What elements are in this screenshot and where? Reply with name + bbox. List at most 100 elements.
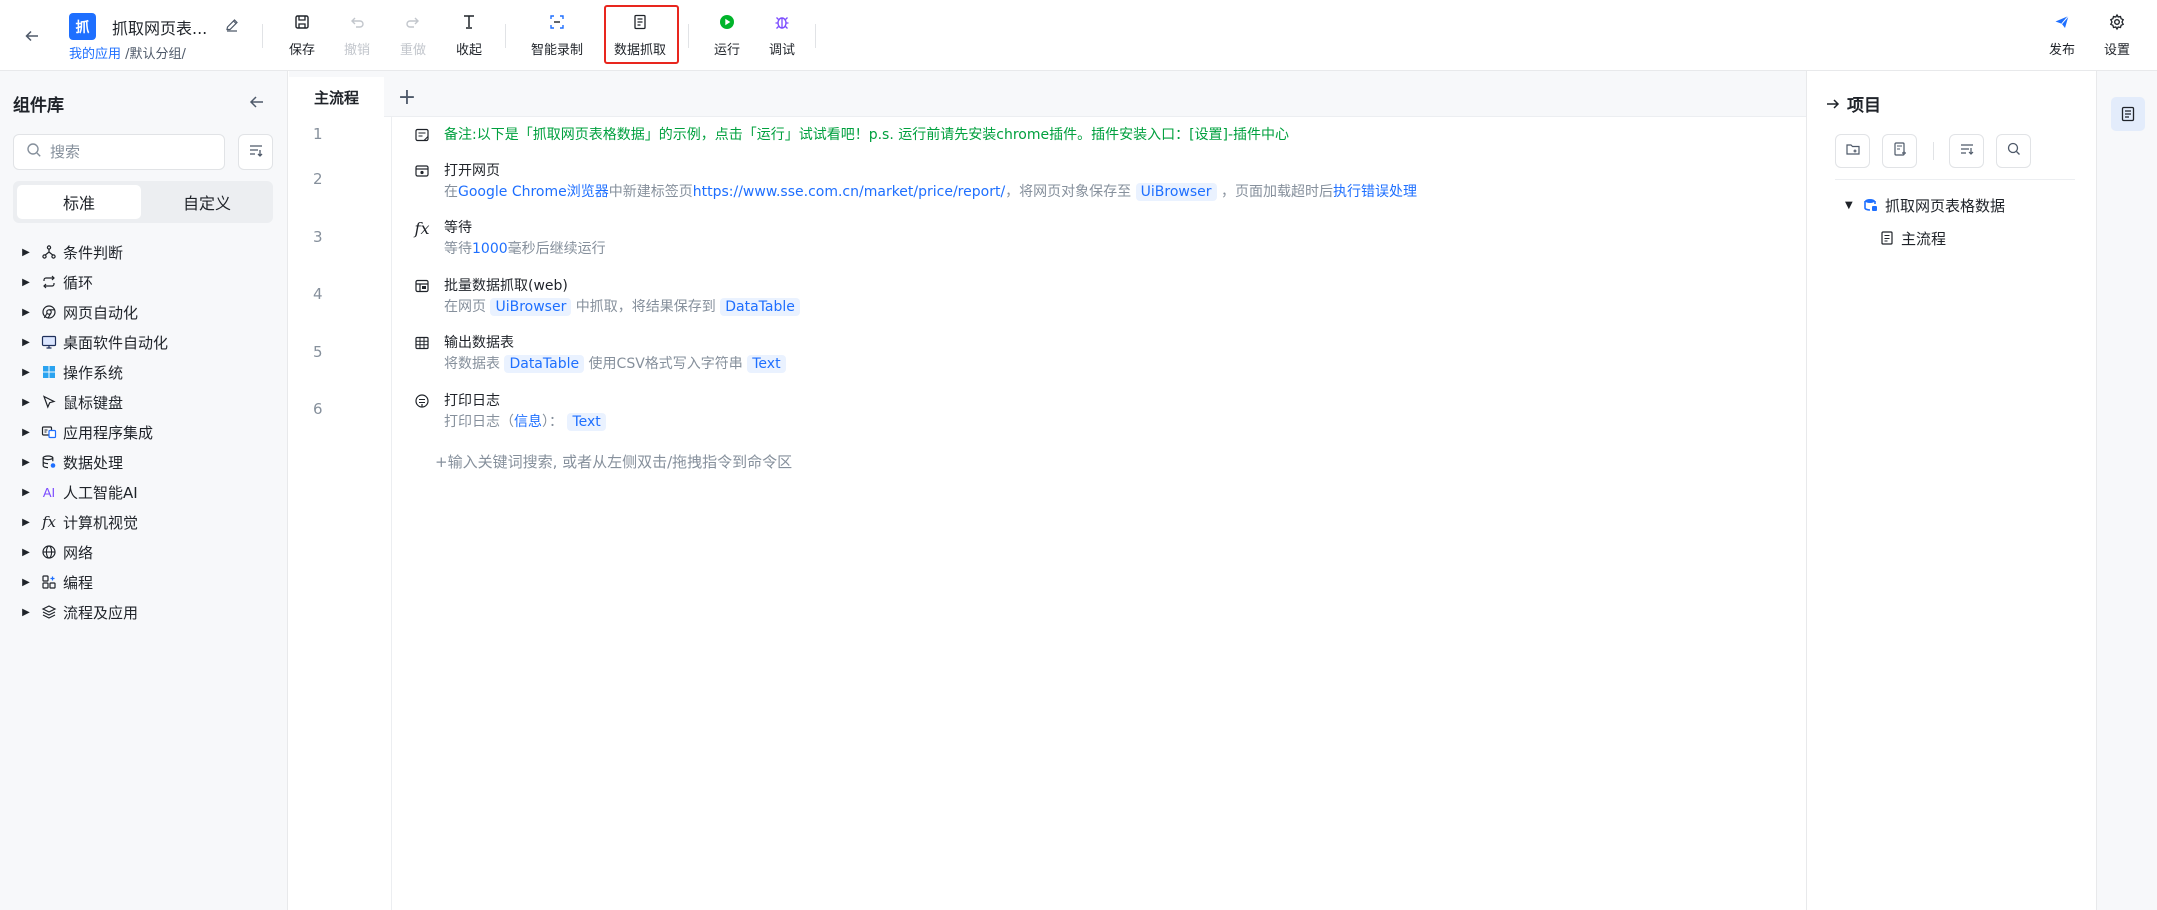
caret-right-icon[interactable]: ▶ [20,336,32,348]
tab-standard[interactable]: 标准 [17,185,141,219]
caret-right-icon[interactable]: ▶ [20,246,32,258]
caret-right-icon[interactable]: ▶ [20,546,32,558]
category-item-6[interactable]: ▶ 应用程序集成 [0,417,288,447]
collapse-label: 收起 [455,43,482,58]
search-button[interactable] [1996,134,2031,168]
toolbar-divider [262,24,263,48]
layers-icon [40,603,58,621]
variable-tag[interactable]: UiBrowser [490,298,572,316]
desc-text: 中新建标签页 [608,184,693,200]
category-item-0[interactable]: ▶ 条件判断 [0,237,288,267]
debug-button[interactable]: 调试 [767,12,797,58]
settings-button[interactable]: 设置 [2102,12,2132,58]
statement-description: 在Google Chrome浏览器中新建标签页https://www.sse.c… [444,181,1417,201]
category-item-12[interactable]: ▶ 流程及应用 [0,597,288,627]
project-main-flow-item[interactable]: 主流程 [1879,226,1946,250]
desc-text: ，页面加载超时后 [1220,184,1333,200]
project-title-text: 项目 [1847,96,1881,116]
redo-icon [403,12,423,32]
publish-button[interactable]: 发布 [2047,12,2077,58]
run-button[interactable]: 运行 [712,12,742,58]
project-root-item[interactable]: ▼ 抓取网页表格数据 [1845,193,2005,217]
variable-tag[interactable]: DataTable [720,298,800,316]
caret-right-icon[interactable]: ▶ [20,516,32,528]
caret-right-icon[interactable]: ▶ [20,456,32,468]
redo-button[interactable]: 重做 [398,12,428,58]
undo-button[interactable]: 撤销 [342,12,372,58]
highlight-box [604,5,679,64]
category-item-10[interactable]: ▶ 网络 [0,537,288,567]
undo-label: 撤销 [343,43,370,58]
edit-pencil-icon[interactable] [224,17,242,35]
error-handling-link[interactable]: 执行错误处理 [1333,184,1417,200]
variable-tag[interactable]: DataTable [504,355,585,373]
back-arrow-icon[interactable] [20,24,44,48]
variable-tag[interactable]: Text [567,413,606,431]
caret-right-icon[interactable]: ▶ [20,306,32,318]
tab-main-flow[interactable]: 主流程 [289,77,384,117]
publish-label: 发布 [2048,43,2075,58]
note-icon [413,126,431,144]
ai-icon: AI [42,484,56,500]
variable-tag[interactable]: Text [747,355,786,373]
desc-text: 使用CSV格式写入字符串 [588,356,743,372]
new-folder-button[interactable] [1835,134,1870,168]
collapse-button[interactable]: 收起 [454,12,484,58]
breadcrumb-rest: /默认分组/ [121,47,186,62]
caret-right-icon[interactable]: ▶ [20,426,32,438]
sort-button[interactable] [1949,134,1984,168]
category-item-9[interactable]: ▶ fx 计算机视觉 [0,507,288,537]
collapse-panel-arrow-icon[interactable] [248,93,268,113]
category-item-5[interactable]: ▶ 鼠标键盘 [0,387,288,417]
project-document-toggle-button[interactable] [2111,97,2145,131]
category-label: 网页自动化 [63,303,139,322]
breadcrumb-my-apps-link[interactable]: 我的应用 [69,47,121,62]
statement-description: 在网页 UiBrowser 中抓取，将结果保存到 DataTable [444,296,800,316]
save-button[interactable]: 保存 [287,12,317,58]
category-item-2[interactable]: ▶ 网页自动化 [0,297,288,327]
category-item-7[interactable]: ▶ 数据处理 [0,447,288,477]
new-flow-button[interactable] [1882,134,1917,168]
category-item-8[interactable]: ▶ AI 人工智能AI [0,477,288,507]
project-panel-title[interactable]: 项目 [1825,91,1881,116]
smart-record-button[interactable]: 智能录制 [530,12,584,58]
desc-text: 将数据表 [444,356,500,372]
caret-right-icon[interactable]: ▶ [20,366,32,378]
url-link[interactable]: https://www.sse.com.cn/market/price/repo… [693,184,1005,200]
line-number-gutter: 1 2 3 4 5 6 [289,117,392,910]
command-area: 备注:以下是「抓取网页表格数据」的示例，点击「运行」试试看吧！p.s. 运行前请… [393,117,1806,910]
category-label: 网络 [63,543,94,562]
tab-custom[interactable]: 自定义 [145,185,269,219]
add-tab-plus-icon[interactable]: + [393,83,421,111]
table-grid-icon [413,334,431,352]
log-level-link[interactable]: 信息 [514,414,542,430]
desc-text: 在 [444,184,458,200]
branch-icon [40,243,58,261]
component-library-panel: 组件库 标准 自定义 ▶ 条件判断 ▶ 循环 ▶ 网页自动化 ▶ 桌面软件自动化 ▶ 操作系统 ▶ 鼠… [0,71,288,910]
category-item-1[interactable]: ▶ 循环 [0,267,288,297]
variable-tag[interactable]: UiBrowser [1135,183,1217,201]
category-label: 编程 [63,573,94,592]
category-item-4[interactable]: ▶ 操作系统 [0,357,288,387]
line-number: 2 [313,170,323,188]
caret-right-icon[interactable]: ▶ [20,276,32,288]
caret-right-icon[interactable]: ▶ [20,606,32,618]
loop-icon [40,273,58,291]
category-item-11[interactable]: ▶ 编程 [0,567,288,597]
caret-right-icon[interactable]: ▶ [20,576,32,588]
desc-text: ，将网页对象保存至 [1005,184,1132,200]
caret-right-icon[interactable]: ▶ [20,486,32,498]
wait-ms-value[interactable]: 1000 [472,241,508,257]
statement-description: 将数据表 DataTable 使用CSV格式写入字符串 Text [444,353,786,373]
play-icon [717,12,737,32]
command-search-input[interactable]: +输入关键词搜索, 或者从左侧双击/拖拽指令到命令区 [435,451,792,472]
sort-filter-button[interactable] [238,134,273,170]
search-input[interactable] [50,143,210,161]
note-text: 备注:以下是「抓取网页表格数据」的示例，点击「运行」试试看吧！p.s. 运行前请… [444,127,1290,143]
globe-icon [40,543,58,561]
category-item-3[interactable]: ▶ 桌面软件自动化 [0,327,288,357]
browser-link[interactable]: Google Chrome浏览器 [458,184,609,200]
caret-right-icon[interactable]: ▶ [20,396,32,408]
line-number: 5 [313,343,323,361]
line-number: 3 [313,228,323,246]
